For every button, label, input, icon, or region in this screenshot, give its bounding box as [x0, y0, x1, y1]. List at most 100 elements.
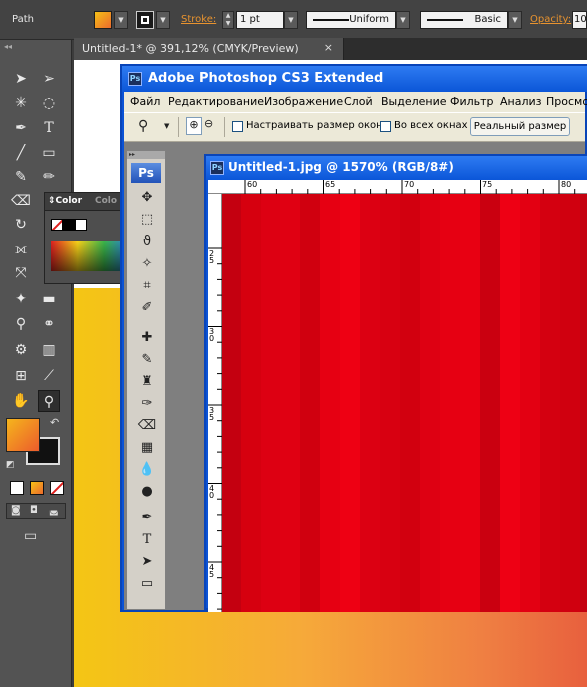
gradient-mode-icon[interactable] — [30, 481, 44, 495]
free-transform-tool-icon[interactable]: ⤧ — [10, 262, 32, 284]
pixel-column — [460, 194, 480, 612]
pixel-column — [222, 194, 241, 612]
shape-tool-icon[interactable]: ▭ — [133, 573, 161, 595]
rotate-tool-icon[interactable]: ↻ — [10, 214, 32, 236]
menu-select[interactable]: Выделение — [381, 95, 447, 108]
blend-tool-icon[interactable]: ⚭ — [38, 313, 60, 335]
document-canvas[interactable] — [222, 194, 587, 612]
line-tool-icon[interactable]: ╱ — [10, 142, 32, 164]
crop-tool-icon[interactable]: ⌗ — [133, 275, 161, 297]
brush-dropdown[interactable]: ▼ — [508, 11, 522, 29]
ruler-label: 25 — [209, 249, 215, 265]
draw-inside-icon[interactable]: ◛ — [49, 505, 59, 516]
magic-wand-tool-icon[interactable]: ✧ — [133, 253, 161, 275]
path-selection-tool-icon[interactable]: ➤ — [133, 551, 161, 573]
screen-mode-icon[interactable]: ▭ — [24, 528, 37, 544]
clone-stamp-tool-icon[interactable]: ♜ — [133, 371, 161, 393]
opacity-field[interactable]: 10 — [572, 11, 587, 29]
variable-width-profile[interactable]: Uniform — [306, 11, 396, 29]
slice-tool-icon[interactable]: ⟋ — [38, 365, 60, 387]
dodge-tool-icon[interactable]: ● — [133, 481, 161, 503]
stroke-dropdown[interactable]: ▼ — [156, 11, 170, 29]
stroke-swatch[interactable] — [136, 11, 154, 29]
magic-wand-tool-icon[interactable]: ✳ — [10, 92, 32, 114]
type-tool-icon[interactable]: T — [38, 117, 60, 139]
none-swatch[interactable] — [51, 219, 63, 231]
menu-analysis[interactable]: Анализ — [500, 95, 542, 108]
move-tool-icon[interactable]: ✥ — [133, 187, 161, 209]
symbol-sprayer-tool-icon[interactable]: ✦ — [10, 288, 32, 310]
artboard-tool-icon[interactable]: ⊞ — [10, 365, 32, 387]
ruler-horizontal[interactable]: 60 65 70 75 80 — [208, 180, 587, 194]
direct-selection-tool-icon[interactable]: ➢ — [38, 68, 60, 90]
pen-tool-icon[interactable]: ✒ — [10, 117, 32, 139]
ruler-vertical[interactable]: 25 30 35 40 45 — [208, 194, 222, 612]
slice-tool-icon[interactable]: ✐ — [133, 297, 161, 319]
blur-tool-icon[interactable]: 💧 — [133, 459, 161, 481]
color-spectrum[interactable] — [51, 241, 127, 271]
default-colors-icon[interactable]: ◩ — [6, 460, 15, 470]
document-title-bar[interactable]: Ps Untitled-1.jpg @ 1570% (RGB/8#) — [206, 156, 587, 180]
close-tab-icon[interactable]: × — [324, 41, 333, 54]
tools-collapse-icon[interactable]: ▸▸ — [127, 151, 165, 159]
stroke-weight-field[interactable]: 1 pt — [236, 11, 284, 29]
document-tab[interactable]: Untitled-1* @ 391,12% (CMYK/Preview) × — [74, 38, 344, 60]
all-windows-checkbox[interactable] — [380, 121, 391, 132]
panel-collapse-icon[interactable]: ◂◂ — [4, 42, 12, 51]
zoom-out-icon[interactable]: ⊖ — [204, 117, 213, 130]
gradient-tool-icon[interactable]: ▬ — [38, 288, 60, 310]
eyedropper-tool-icon[interactable]: ⚲ — [10, 313, 32, 335]
menu-file[interactable]: Файл — [130, 95, 160, 108]
brush-definition[interactable]: Basic — [420, 11, 508, 29]
ruler-horizontal-ticks — [244, 180, 576, 194]
swap-colors-icon[interactable]: ↶ — [50, 416, 59, 429]
menu-view[interactable]: Просмотр — [546, 95, 587, 108]
graph-tool-icon[interactable]: ▥ — [38, 339, 60, 361]
opacity-label[interactable]: Opacity: — [530, 14, 571, 25]
white-swatch[interactable] — [75, 219, 87, 231]
resize-windows-checkbox[interactable] — [232, 121, 243, 132]
lasso-tool-icon[interactable]: ◌ — [38, 92, 60, 114]
draw-behind-icon[interactable]: ◘ — [30, 505, 38, 516]
menu-filter[interactable]: Фильтр — [450, 95, 494, 108]
color-mode-icon[interactable] — [10, 481, 24, 495]
tool-preset-dropdown-icon[interactable]: ▼ — [164, 122, 169, 130]
actual-pixels-button[interactable]: Реальный размер — [470, 117, 570, 136]
stroke-label[interactable]: Stroke: — [181, 14, 216, 25]
hand-tool-icon[interactable]: ✋ — [10, 390, 32, 412]
gradient-tool-icon[interactable]: ▦ — [133, 437, 161, 459]
paintbrush-tool-icon[interactable]: ✎ — [10, 166, 32, 188]
black-swatch[interactable] — [63, 219, 75, 231]
stroke-weight-dropdown[interactable]: ▼ — [284, 11, 298, 29]
zoom-tool-icon[interactable]: ⚲ — [38, 390, 60, 412]
color-guide-tab[interactable]: Colo — [95, 196, 117, 206]
marquee-tool-icon[interactable]: ⬚ — [133, 209, 161, 231]
eraser-tool-icon[interactable]: ⌫ — [133, 415, 161, 437]
selection-tool-icon[interactable]: ➤ — [10, 68, 32, 90]
zoom-in-icon[interactable]: ⊕ — [186, 117, 202, 135]
pencil-tool-icon[interactable]: ✏ — [38, 166, 60, 188]
menu-edit[interactable]: Редактирование — [168, 95, 264, 108]
color-tab[interactable]: ⇕Color — [48, 196, 82, 206]
symbol-tool-icon[interactable]: ⚙ — [10, 339, 32, 361]
stroke-weight-stepper[interactable]: ▲ ▼ — [222, 11, 234, 29]
pen-tool-icon[interactable]: ✒ — [133, 507, 161, 529]
menu-layer[interactable]: Слой — [344, 95, 373, 108]
menu-image[interactable]: Изображение — [264, 95, 343, 108]
fill-swatch[interactable] — [94, 11, 112, 29]
width-tool-icon[interactable]: ⟗ — [10, 238, 32, 260]
zoom-tool-preset-icon[interactable]: ⚲ — [138, 118, 148, 134]
history-brush-tool-icon[interactable]: ✑ — [133, 393, 161, 415]
draw-normal-icon[interactable]: ◙ — [11, 505, 21, 516]
brush-tool-icon[interactable]: ✎ — [133, 349, 161, 371]
blob-brush-tool-icon[interactable]: ⌫ — [10, 190, 32, 212]
none-mode-icon[interactable] — [50, 481, 64, 495]
healing-brush-tool-icon[interactable]: ✚ — [133, 327, 161, 349]
fill-color-swatch[interactable] — [6, 418, 40, 452]
rectangle-tool-icon[interactable]: ▭ — [38, 142, 60, 164]
photoshop-title-bar[interactable]: Ps Adobe Photoshop CS3 Extended — [122, 66, 587, 92]
fill-dropdown[interactable]: ▼ — [114, 11, 128, 29]
type-tool-icon[interactable]: T — [133, 529, 161, 551]
lasso-tool-icon[interactable]: ϑ — [133, 231, 161, 253]
profile-dropdown[interactable]: ▼ — [396, 11, 410, 29]
